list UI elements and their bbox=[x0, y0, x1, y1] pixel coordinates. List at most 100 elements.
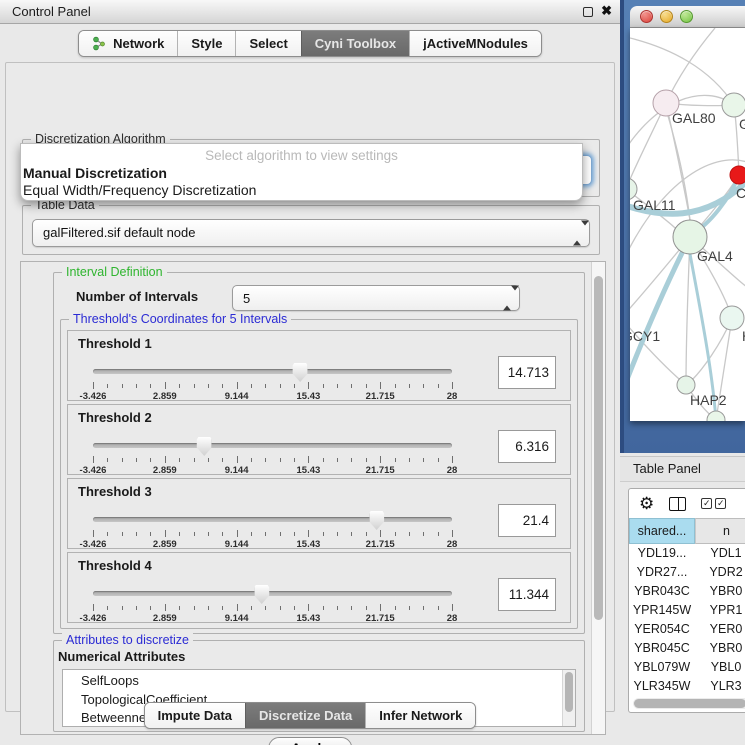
slider-tick-label: 21.715 bbox=[366, 539, 395, 550]
table-row[interactable]: YBR045CYBR0 bbox=[629, 639, 745, 658]
table-cell: YBR043C bbox=[629, 582, 695, 601]
table-row[interactable]: YER054CYER0 bbox=[629, 620, 745, 639]
slider-track[interactable] bbox=[93, 443, 452, 448]
threshold-value-field[interactable]: 6.316 bbox=[498, 430, 556, 463]
slider-tick bbox=[423, 384, 424, 388]
tab-label: Select bbox=[249, 36, 287, 51]
table-data-select[interactable]: galFiltered.sif default node bbox=[32, 219, 590, 247]
threshold-panel: Threshold 4 -3.4262.8599.14415.4321.7152… bbox=[67, 552, 571, 623]
slider-tick-label: -3.426 bbox=[80, 539, 107, 550]
table-row[interactable]: YPR145WYPR1 bbox=[629, 601, 745, 620]
table-row[interactable]: YLR345WYLR3 bbox=[629, 677, 745, 696]
cyni-toolbox-panel: Discretization Algorithm Select algorith… bbox=[5, 62, 615, 712]
table-cell: YDR2 bbox=[695, 563, 745, 582]
minimize-traffic-light-icon[interactable] bbox=[660, 10, 673, 23]
slider-ticks bbox=[93, 381, 452, 390]
scrollbar-thumb[interactable] bbox=[634, 699, 745, 708]
table-row[interactable]: YDR27...YDR2 bbox=[629, 563, 745, 582]
table-cell: YBR0 bbox=[695, 582, 745, 601]
close-icon[interactable]: ✖ bbox=[601, 3, 612, 19]
slider-tick bbox=[93, 382, 94, 389]
slider-tick bbox=[337, 458, 338, 462]
slider-tick bbox=[107, 458, 108, 462]
slider-tick-label: 15.43 bbox=[297, 539, 321, 550]
threshold-value-field[interactable]: 11.344 bbox=[498, 578, 556, 611]
network-edge bbox=[630, 38, 734, 105]
network-node[interactable] bbox=[720, 306, 744, 330]
slider-thumb[interactable] bbox=[293, 363, 308, 382]
slider-tick bbox=[237, 456, 238, 463]
tab-style[interactable]: Style bbox=[177, 31, 235, 56]
dropdown-placeholder: Select algorithm to view settings bbox=[21, 148, 582, 165]
slider-tick bbox=[280, 458, 281, 462]
slider-track[interactable] bbox=[93, 591, 452, 596]
slider-tick-labels: -3.4262.8599.14415.4321.71528 bbox=[93, 465, 452, 477]
control-panel-tabbar: Network Style Select Cyni Toolbox jActiv… bbox=[0, 30, 620, 57]
column-header-shared-name[interactable]: shared... bbox=[629, 518, 695, 544]
select-columns-icon[interactable]: ✓ ✓ bbox=[701, 498, 726, 509]
slider-tick-label: 9.144 bbox=[225, 391, 249, 402]
table-row[interactable]: YDL19...YDL1 bbox=[629, 544, 745, 563]
slider-tick bbox=[380, 604, 381, 611]
table-cell: YPR145W bbox=[629, 601, 695, 620]
slider-tick bbox=[380, 382, 381, 389]
slider-tick bbox=[452, 456, 453, 463]
tab-label: jActiveMNodules bbox=[423, 36, 528, 51]
threshold-label: Threshold 3 bbox=[78, 484, 152, 499]
slider-tick bbox=[380, 530, 381, 537]
table-cell: YDR27... bbox=[629, 563, 695, 582]
table-row[interactable]: YBL079WYBL0 bbox=[629, 658, 745, 677]
slider-tick bbox=[179, 384, 180, 388]
tab-impute-data[interactable]: Impute Data bbox=[145, 703, 245, 728]
network-node[interactable] bbox=[730, 166, 745, 184]
close-traffic-light-icon[interactable] bbox=[640, 10, 653, 23]
threshold-slider[interactable]: -3.4262.8599.14415.4321.71528 bbox=[93, 369, 452, 399]
slider-track[interactable] bbox=[93, 369, 452, 374]
slider-tick bbox=[380, 456, 381, 463]
network-node[interactable] bbox=[707, 411, 725, 421]
gear-icon[interactable]: ⚙ bbox=[639, 495, 654, 512]
slider-tick bbox=[122, 458, 123, 462]
network-canvas[interactable]: GAL80GCGAL11GAL4GCY1HHAP2 bbox=[630, 28, 745, 421]
dropdown-option-manual[interactable]: Manual Discretization bbox=[21, 165, 582, 182]
apply-button[interactable]: Apply bbox=[268, 737, 352, 745]
tab-cyni-toolbox[interactable]: Cyni Toolbox bbox=[301, 31, 409, 56]
scrollbar-thumb[interactable] bbox=[594, 276, 603, 620]
threshold-slider[interactable]: -3.4262.8599.14415.4321.71528 bbox=[93, 591, 452, 621]
slider-tick-label: -3.426 bbox=[80, 391, 107, 402]
stepper-icon bbox=[573, 226, 582, 241]
tab-select[interactable]: Select bbox=[235, 31, 300, 56]
column-header-name[interactable]: n bbox=[695, 518, 745, 544]
threshold-slider[interactable]: -3.4262.8599.14415.4321.71528 bbox=[93, 443, 452, 473]
threshold-label: Threshold 2 bbox=[78, 410, 152, 425]
float-window-icon[interactable] bbox=[583, 7, 593, 17]
dropdown-option-equal-width[interactable]: Equal Width/Frequency Discretization bbox=[21, 182, 582, 199]
slider-track[interactable] bbox=[93, 517, 452, 522]
threshold-slider[interactable]: -3.4262.8599.14415.4321.71528 bbox=[93, 517, 452, 547]
tab-discretize-data[interactable]: Discretize Data bbox=[245, 703, 365, 728]
attribute-list-item[interactable]: SelfLoops bbox=[81, 672, 575, 691]
number-of-intervals-select[interactable]: 5 bbox=[232, 285, 520, 311]
network-edge bbox=[630, 103, 666, 189]
slider-thumb[interactable] bbox=[197, 437, 212, 456]
network-node[interactable] bbox=[722, 93, 745, 117]
slider-thumb[interactable] bbox=[254, 585, 269, 604]
threshold-value-field[interactable]: 21.4 bbox=[498, 504, 556, 537]
horizontal-scrollbar[interactable] bbox=[633, 698, 745, 709]
threshold-value-field[interactable]: 14.713 bbox=[498, 356, 556, 389]
tab-infer-network[interactable]: Infer Network bbox=[365, 703, 475, 728]
slider-tick bbox=[395, 458, 396, 462]
slider-tick bbox=[366, 532, 367, 536]
table-cell: YER054C bbox=[629, 620, 695, 639]
tab-jactivemnodules[interactable]: jActiveMNodules bbox=[409, 31, 541, 56]
table-rows: YDL19...YDL1YDR27...YDR2YBR043CYBR0YPR14… bbox=[629, 544, 745, 702]
slider-thumb[interactable] bbox=[369, 511, 384, 530]
zoom-traffic-light-icon[interactable] bbox=[680, 10, 693, 23]
network-window[interactable]: GAL80GCGAL11GAL4GCY1HHAP2 bbox=[620, 0, 745, 453]
vertical-scrollbar[interactable] bbox=[591, 262, 605, 734]
table-row[interactable]: YBR043CYBR0 bbox=[629, 582, 745, 601]
slider-tick bbox=[265, 606, 266, 610]
tab-network[interactable]: Network bbox=[79, 31, 177, 56]
split-columns-icon[interactable] bbox=[669, 497, 686, 511]
slider-tick bbox=[409, 458, 410, 462]
